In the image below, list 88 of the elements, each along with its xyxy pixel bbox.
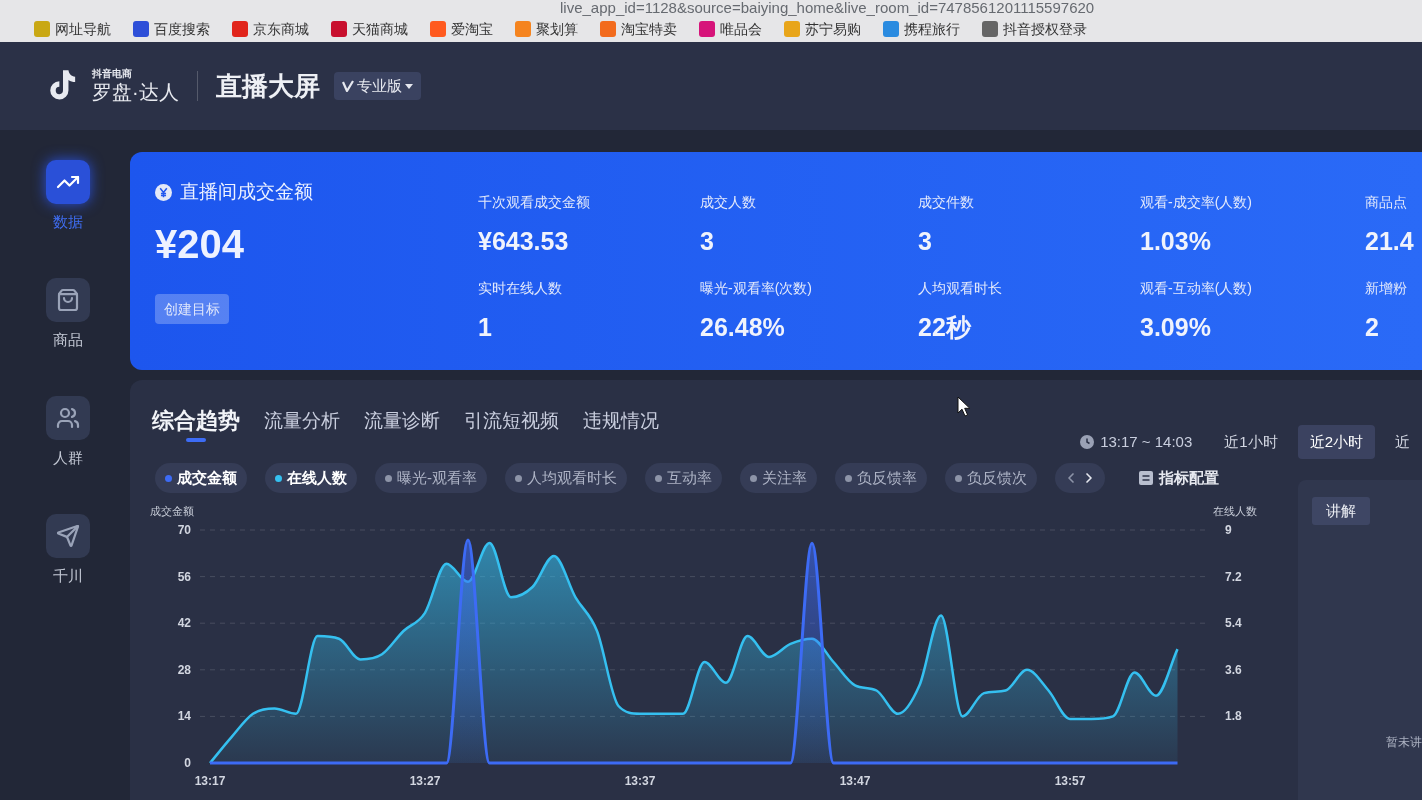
- metric-title: 直播间成交金额: [180, 180, 313, 204]
- metric-label: 实时在线人数: [478, 279, 562, 298]
- bookmark-link[interactable]: 聚划算: [515, 20, 578, 38]
- axis-tick-label: 13:47: [839, 774, 871, 788]
- metric-label: 人均观看时长: [918, 279, 1002, 298]
- axis-tick-label: 3.6: [1225, 662, 1242, 677]
- empty-state-text: 暂未讲: [1386, 734, 1422, 750]
- axis-tick-label: 42: [177, 616, 191, 631]
- time-range-button[interactable]: 近1小时: [1212, 425, 1290, 459]
- metric-label: 观看-成交率(人数): [1140, 193, 1252, 212]
- axis-tick-label: 1.8: [1225, 709, 1242, 724]
- axis-tick-label: 56: [177, 569, 191, 584]
- edition-dropdown[interactable]: 专业版: [333, 72, 421, 100]
- metric-chip[interactable]: 曝光-观看率: [375, 463, 487, 493]
- metric-config-button[interactable]: 指标配置: [1139, 466, 1219, 490]
- bookmark-link[interactable]: 京东商城: [232, 20, 309, 38]
- yen-coin-icon: [155, 183, 172, 201]
- metric-chip[interactable]: 负反馈率: [835, 463, 927, 493]
- people-icon: [45, 396, 90, 440]
- bookmark-link[interactable]: 爱淘宝: [430, 20, 493, 38]
- metric-chip[interactable]: 关注率: [740, 463, 817, 493]
- metric-value: 21.4: [1365, 226, 1414, 256]
- metric-label: 商品点: [1365, 193, 1407, 212]
- bookmark-link[interactable]: 唯品会: [699, 20, 762, 38]
- axis-tick-label: 70: [177, 523, 191, 537]
- bookmark-link[interactable]: 淘宝特卖: [600, 20, 677, 38]
- tab[interactable]: 流量诊断: [364, 406, 440, 442]
- metric-value: 3.09%: [1140, 312, 1211, 342]
- tab[interactable]: 讲解: [1312, 497, 1370, 525]
- metric-label: 成交人数: [700, 193, 756, 212]
- caret-down-icon: [404, 83, 413, 89]
- metric-label: 新增粉: [1365, 279, 1407, 298]
- axis-title: 成交金额: [150, 505, 194, 517]
- metric-value: 1.03%: [1140, 226, 1211, 256]
- axis-tick-label: 13:27: [409, 774, 441, 788]
- metric-label: 成交件数: [918, 193, 974, 212]
- product-name: 罗盘·达人: [92, 80, 179, 104]
- time-range-button[interactable]: 近: [1383, 425, 1422, 459]
- mouse-pointer-icon: [957, 396, 971, 417]
- axis-tick-label: 14: [177, 709, 191, 724]
- url-text: live_app_id=1128&source=baiying_home&live_room_id=7478561201115597620: [560, 0, 1095, 16]
- bookmark-link[interactable]: 抖音授权登录: [982, 20, 1087, 38]
- time-range-button[interactable]: 近2小时: [1297, 425, 1375, 459]
- metric-value: 1: [478, 312, 492, 342]
- metric-chip[interactable]: 人均观看时长: [505, 463, 627, 493]
- metric-chip[interactable]: 负反馈次: [945, 463, 1037, 493]
- time-range-text: 13:17 ~ 14:03: [1100, 431, 1193, 452]
- metric-value: ¥204: [155, 222, 244, 266]
- axis-tick-label: 0: [184, 756, 191, 770]
- metric-chip[interactable]: 在线人数: [265, 463, 357, 493]
- bookmark-link[interactable]: 天猫商城: [331, 20, 408, 38]
- page-title: 直播大屏: [215, 70, 320, 102]
- bookmark-link[interactable]: 苏宁易购: [784, 20, 861, 38]
- list-square-icon: [1139, 471, 1153, 485]
- axis-tick-label: 13:17: [194, 774, 226, 788]
- metric-value: 2: [1365, 312, 1379, 342]
- logo-caption: 抖音电商: [92, 68, 133, 80]
- metric-chip[interactable]: 互动率: [645, 463, 722, 493]
- bookmark-link[interactable]: 携程旅行: [883, 20, 960, 38]
- axis-tick-label: 28: [177, 662, 191, 677]
- bookmark-link[interactable]: 百度搜索: [133, 20, 210, 38]
- axis-title: 在线人数: [1213, 505, 1257, 517]
- clock-icon: [1080, 435, 1095, 449]
- paper-plane-icon: [45, 514, 90, 558]
- metric-value: ¥643.53: [478, 226, 569, 256]
- bookmark-link[interactable]: 网址导航: [34, 20, 111, 38]
- tab[interactable]: 流量分析: [264, 406, 340, 442]
- metric-label: 千次观看成交金额: [478, 193, 590, 212]
- metric-value: 3: [700, 226, 714, 256]
- metric-value: 3: [918, 226, 932, 256]
- metric-chip[interactable]: 成交金额: [155, 463, 247, 493]
- metric-label: 曝光-观看率(次数): [700, 279, 812, 298]
- axis-tick-label: 9: [1225, 523, 1232, 537]
- sidebar-item[interactable]: 商品: [45, 278, 90, 350]
- shopping-bag-icon: [45, 278, 90, 322]
- sidebar-item[interactable]: 人群: [45, 396, 90, 468]
- metric-value: 26.48%: [700, 312, 785, 342]
- axis-tick-label: 13:37: [624, 774, 656, 788]
- axis-tick-label: 13:57: [1054, 774, 1086, 788]
- v-mark-icon: [341, 80, 354, 92]
- sidebar-item[interactable]: 千川: [45, 514, 90, 586]
- tab[interactable]: 引流短视频: [464, 406, 559, 442]
- axis-tick-label: 5.4: [1225, 616, 1242, 631]
- tab[interactable]: 综合趋势: [152, 406, 240, 442]
- metric-value: 22秒: [918, 312, 971, 342]
- metric-label: 观看-互动率(人数): [1140, 279, 1252, 298]
- axis-tick-label: 7.2: [1225, 569, 1242, 584]
- tab[interactable]: 违规情况: [583, 406, 659, 442]
